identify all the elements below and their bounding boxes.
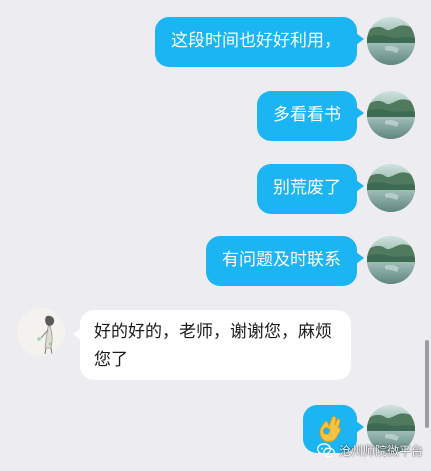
teacher-avatar[interactable] bbox=[367, 91, 415, 139]
teacher-avatar[interactable] bbox=[367, 164, 415, 212]
watermark-text: 沧州师院微平台 bbox=[338, 444, 423, 458]
outgoing-message-bubble[interactable]: 多看看书 bbox=[257, 91, 364, 141]
vertical-scrollbar[interactable] bbox=[425, 340, 429, 428]
student-avatar[interactable] bbox=[17, 308, 65, 356]
wechat-watermark: 沧州师院微平台 bbox=[316, 442, 423, 459]
message-row-outgoing: 这段时间也好好利用， bbox=[0, 17, 431, 67]
message-row-outgoing: 有问题及时联系 bbox=[0, 236, 431, 286]
wechat-icon bbox=[316, 443, 335, 458]
landscape-avatar-image bbox=[367, 17, 415, 65]
ok-hand-icon bbox=[319, 416, 341, 443]
outgoing-message-bubble[interactable]: 这段时间也好好利用， bbox=[155, 17, 364, 67]
outgoing-message-bubble[interactable]: 有问题及时联系 bbox=[206, 236, 364, 286]
landscape-avatar-image bbox=[367, 164, 415, 212]
teacher-avatar[interactable] bbox=[367, 236, 415, 284]
incoming-message-bubble[interactable]: 好的好的，老师，谢谢您，麻烦您了 bbox=[73, 310, 351, 380]
landscape-avatar-image bbox=[367, 91, 415, 139]
message-row-outgoing: 多看看书 bbox=[0, 91, 431, 141]
chat-conversation: 这段时间也好好利用， 多看看书 别荒废了 有问题及时联系 好的好的，老师，谢谢您… bbox=[0, 0, 431, 471]
message-row-incoming: 好的好的，老师，谢谢您，麻烦您了 bbox=[0, 308, 431, 382]
message-row-outgoing: 别荒废了 bbox=[0, 164, 431, 214]
outgoing-message-bubble[interactable]: 别荒废了 bbox=[257, 164, 364, 214]
landscape-avatar-image bbox=[367, 236, 415, 284]
teacher-avatar[interactable] bbox=[367, 17, 415, 65]
sketch-figure-avatar-image bbox=[17, 308, 65, 356]
